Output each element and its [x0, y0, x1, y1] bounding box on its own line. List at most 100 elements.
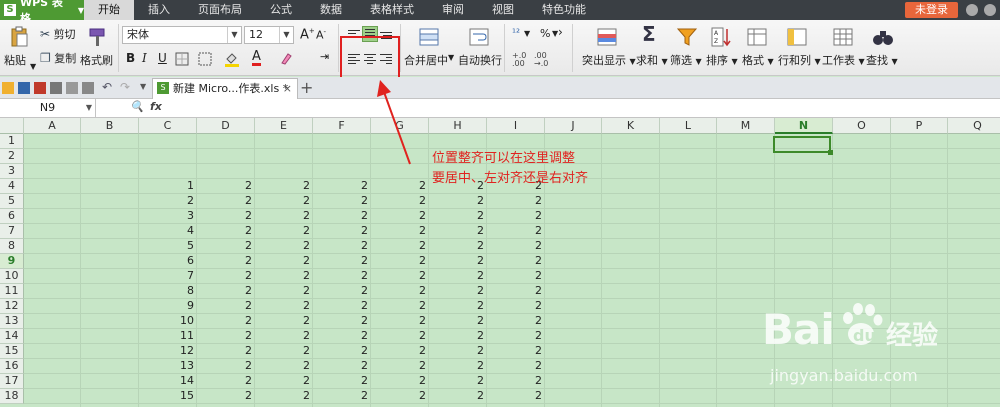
clear-format-icon[interactable]: [278, 51, 294, 67]
select-all-corner[interactable]: [0, 118, 24, 134]
cell-i17[interactable]: 2: [487, 374, 545, 388]
cell-h14[interactable]: 2: [429, 329, 487, 343]
cell-i5[interactable]: 2: [487, 194, 545, 208]
cell-h15[interactable]: 2: [429, 344, 487, 358]
cell-e14[interactable]: 2: [255, 329, 313, 343]
cell-c5[interactable]: 2: [139, 194, 197, 208]
cell-c14[interactable]: 11: [139, 329, 197, 343]
binoculars-icon[interactable]: [872, 26, 894, 48]
cell-d8[interactable]: 2: [197, 239, 255, 253]
cell-e12[interactable]: 2: [255, 299, 313, 313]
font-color-button[interactable]: A: [252, 50, 261, 66]
column-header-k[interactable]: K: [602, 118, 660, 134]
cell-f11[interactable]: 2: [313, 284, 371, 298]
cell-f6[interactable]: 2: [313, 209, 371, 223]
copy-button[interactable]: ❐ 复制: [40, 50, 76, 66]
cell-i16[interactable]: 2: [487, 359, 545, 373]
increase-decimal-icon[interactable]: +.0.00: [512, 52, 526, 68]
cell-h13[interactable]: 2: [429, 314, 487, 328]
row-header-18[interactable]: 18: [0, 389, 24, 404]
increase-font-icon[interactable]: A+: [300, 27, 315, 42]
cell-e10[interactable]: 2: [255, 269, 313, 283]
cell-c17[interactable]: 14: [139, 374, 197, 388]
row-header-14[interactable]: 14: [0, 329, 24, 344]
thousands-icon[interactable]: ›: [558, 25, 563, 39]
zoom-formula-icon[interactable]: 🔍: [130, 100, 144, 113]
cell-i8[interactable]: 2: [487, 239, 545, 253]
cell-e13[interactable]: 2: [255, 314, 313, 328]
cell-i9[interactable]: 2: [487, 254, 545, 268]
cell-h7[interactable]: 2: [429, 224, 487, 238]
row-header-9[interactable]: 9: [0, 254, 24, 269]
cell-c12[interactable]: 9: [139, 299, 197, 313]
cell-d12[interactable]: 2: [197, 299, 255, 313]
cell-c11[interactable]: 8: [139, 284, 197, 298]
cell-h5[interactable]: 2: [429, 194, 487, 208]
cell-h11[interactable]: 2: [429, 284, 487, 298]
rows-columns-icon[interactable]: [786, 26, 808, 48]
row-header-11[interactable]: 11: [0, 284, 24, 299]
cell-g7[interactable]: 2: [371, 224, 429, 238]
merge-center-button[interactable]: 合并居中: [404, 52, 448, 68]
insert-function-button[interactable]: fx: [150, 100, 162, 113]
cell-c15[interactable]: 12: [139, 344, 197, 358]
cell-e11[interactable]: 2: [255, 284, 313, 298]
format-painter-button[interactable]: 格式刷: [80, 52, 113, 68]
cell-e7[interactable]: 2: [255, 224, 313, 238]
decrease-decimal-icon[interactable]: .00 →.0: [534, 52, 548, 68]
paste-dropdown-icon[interactable]: ▼: [30, 62, 36, 71]
border-icon[interactable]: [175, 52, 189, 66]
filter-button[interactable]: 筛选 ▼: [670, 52, 702, 68]
cell-h12[interactable]: 2: [429, 299, 487, 313]
cell-c10[interactable]: 7: [139, 269, 197, 283]
print-preview-icon[interactable]: [66, 82, 78, 94]
cell-e17[interactable]: 2: [255, 374, 313, 388]
percent-button[interactable]: %: [540, 27, 550, 40]
row-header-1[interactable]: 1: [0, 134, 24, 149]
cell-d16[interactable]: 2: [197, 359, 255, 373]
cell-d11[interactable]: 2: [197, 284, 255, 298]
cell-c18[interactable]: 15: [139, 389, 197, 403]
merge-cells-icon[interactable]: [198, 52, 212, 66]
redo-icon[interactable]: ↷: [120, 80, 130, 94]
cell-e5[interactable]: 2: [255, 194, 313, 208]
row-header-10[interactable]: 10: [0, 269, 24, 284]
column-header-h[interactable]: H: [429, 118, 487, 134]
chevron-down-icon[interactable]: ▼: [448, 53, 454, 62]
column-header-j[interactable]: J: [545, 118, 602, 134]
paste-icon[interactable]: [8, 26, 30, 48]
cell-d17[interactable]: 2: [197, 374, 255, 388]
tab-data[interactable]: 数据: [306, 0, 356, 20]
cell-h8[interactable]: 2: [429, 239, 487, 253]
row-header-16[interactable]: 16: [0, 359, 24, 374]
bold-button[interactable]: B: [126, 51, 135, 65]
font-name-select[interactable]: 宋体 ▼: [122, 26, 242, 44]
open-folder-icon[interactable]: [2, 82, 14, 94]
tab-page-layout[interactable]: 页面布局: [184, 0, 256, 20]
format-icon[interactable]: [746, 26, 768, 48]
column-header-i[interactable]: I: [487, 118, 545, 134]
formula-input[interactable]: [172, 99, 1000, 117]
export-pdf-icon[interactable]: [34, 82, 46, 94]
wrap-text-icon[interactable]: [468, 26, 490, 48]
cell-f15[interactable]: 2: [313, 344, 371, 358]
indent-icon[interactable]: ⇥: [320, 50, 329, 63]
cell-e9[interactable]: 2: [255, 254, 313, 268]
decrease-font-icon[interactable]: A-: [316, 28, 326, 42]
cell-d6[interactable]: 2: [197, 209, 255, 223]
cell-i15[interactable]: 2: [487, 344, 545, 358]
cell-i14[interactable]: 2: [487, 329, 545, 343]
cell-g17[interactable]: 2: [371, 374, 429, 388]
tab-insert[interactable]: 插入: [134, 0, 184, 20]
cell-g16[interactable]: 2: [371, 359, 429, 373]
cell-f7[interactable]: 2: [313, 224, 371, 238]
cell-d5[interactable]: 2: [197, 194, 255, 208]
cell-c7[interactable]: 4: [139, 224, 197, 238]
italic-button[interactable]: I: [142, 51, 147, 65]
cell-f18[interactable]: 2: [313, 389, 371, 403]
cell-c6[interactable]: 3: [139, 209, 197, 223]
tab-review[interactable]: 审阅: [428, 0, 478, 20]
conditional-format-button[interactable]: 突出显示 ▼: [582, 52, 636, 68]
name-box[interactable]: N9 ▼: [0, 99, 96, 117]
cell-f8[interactable]: 2: [313, 239, 371, 253]
